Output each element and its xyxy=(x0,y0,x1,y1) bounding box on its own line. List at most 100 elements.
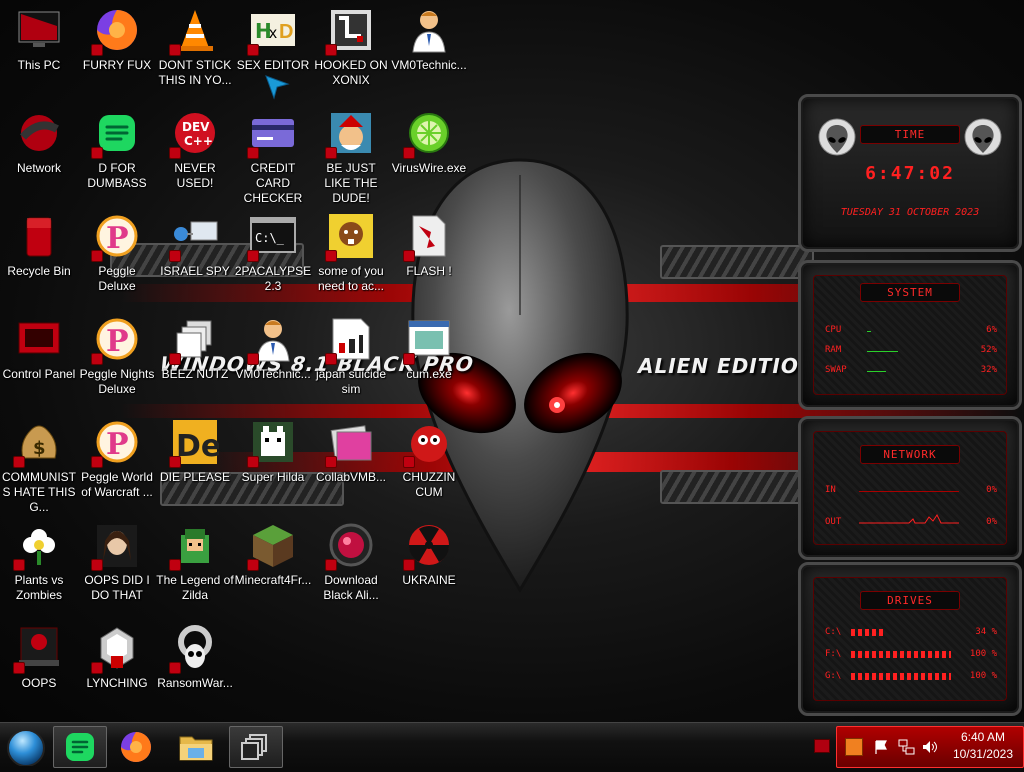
shortcut-badge-icon xyxy=(91,147,103,159)
desktop-icon[interactable]: D FOR DUMBASS xyxy=(78,103,156,199)
desktop-icon[interactable]: HOOKED ON XONIX xyxy=(312,0,390,96)
network-gadget[interactable]: NETWORK IN 0% OUT 0% xyxy=(798,416,1022,560)
desktop-icon[interactable]: cum.exe xyxy=(390,309,468,405)
svg-text:P: P xyxy=(106,221,129,256)
system-gadget-title: SYSTEM xyxy=(860,283,960,302)
desktop-icon[interactable]: Download Black Ali... xyxy=(312,515,390,611)
desktop-icon[interactable]: P Peggle World of Warcraft ... xyxy=(78,412,156,508)
drive-usage-bar xyxy=(851,651,951,658)
system-stat-label: RAM xyxy=(825,345,842,355)
desktop-icon[interactable]: VM0Technic... xyxy=(390,0,468,96)
firefox-icon xyxy=(121,732,151,762)
svg-text:x: x xyxy=(269,25,277,42)
taskbar-explorer[interactable] xyxy=(170,726,222,766)
system-gadget[interactable]: SYSTEM CPU 6% RAM 52% SWAP 32% xyxy=(798,260,1022,410)
stacked-windows-icon xyxy=(169,315,219,365)
taskbar-firefox[interactable] xyxy=(110,726,162,766)
desktop-icon-label: OOPS xyxy=(21,676,57,690)
drives-gadget[interactable]: DRIVES C:\ 34 % F:\ 100 % G:\ 100 % xyxy=(798,562,1022,716)
firefox-icon xyxy=(91,6,141,56)
network-tray-icon[interactable] xyxy=(897,738,915,756)
volume-icon[interactable] xyxy=(921,739,939,755)
desktop-icon[interactable]: some of you need to ac... xyxy=(312,206,390,302)
taskbar-app-green[interactable] xyxy=(53,726,107,768)
desktop-icon-label: COMMUNISTS HATE THIS G... xyxy=(2,470,76,514)
desktop-icon-label: The Legend of Zilda xyxy=(156,573,234,602)
desktop-icon-label: Network xyxy=(16,161,61,175)
shortcut-badge-icon xyxy=(325,44,337,56)
network-gadget-title: NETWORK xyxy=(860,445,960,464)
user-avatar-icon xyxy=(247,315,297,365)
desktop-icon[interactable]: De DIE PLEASE xyxy=(156,412,234,508)
network-icon xyxy=(15,109,63,157)
desktop-icon[interactable]: ISRAEL SPY xyxy=(156,206,234,302)
desktop-icon-label: VM0Technic... xyxy=(235,367,311,381)
pixel-cat-icon xyxy=(247,418,297,468)
taskbar-task-view[interactable] xyxy=(229,726,283,768)
shortcut-badge-icon xyxy=(325,250,337,262)
desktop-icon[interactable]: P Peggle Deluxe xyxy=(78,206,156,302)
desktop-icon[interactable]: CHUZZIN CUM xyxy=(390,412,468,508)
window-app-icon xyxy=(403,315,453,365)
desktop-icon[interactable]: OOPS xyxy=(0,618,78,714)
desktop-icon-label: Super Hilda xyxy=(241,470,305,484)
desktop-icon[interactable]: P Peggle Nights Deluxe xyxy=(78,309,156,405)
desktop-icon[interactable]: CREDIT CARD CHECKER xyxy=(234,103,312,205)
system-stat-bar xyxy=(867,371,887,372)
show-hidden-icons-icon[interactable] xyxy=(814,739,830,753)
alien-head-icon xyxy=(818,118,856,156)
desktop-icon[interactable]: Plants vs Zombies xyxy=(0,515,78,611)
desktop-icon[interactable]: VM0Technic... xyxy=(234,309,312,405)
folder-icon xyxy=(179,736,213,761)
peggle-icon: P xyxy=(91,418,141,468)
shortcut-badge-icon xyxy=(169,44,181,56)
shortcut-badge-icon xyxy=(13,456,25,468)
desktop-icon[interactable]: FLASH ! xyxy=(390,206,468,302)
shortcut-badge-icon xyxy=(247,147,259,159)
desktop-icon[interactable]: This PC xyxy=(0,0,78,96)
wallpaper-metal-plate xyxy=(660,245,814,279)
desktop-icon[interactable]: Recycle Bin xyxy=(0,206,78,302)
desktop-icon-label: VM0Technic... xyxy=(391,58,467,72)
shortcut-badge-icon xyxy=(403,353,415,365)
desktop-icon[interactable]: DEV C++ NEVER USED! xyxy=(156,103,234,199)
action-center-flag-icon[interactable] xyxy=(873,739,889,755)
drive-label: C:\ xyxy=(825,627,842,637)
time-gadget[interactable]: TIME 6:47:02 TUESDAY 31 OCTOBER 2023 xyxy=(798,94,1022,252)
desktop-icon[interactable]: BEEZ NUTZ xyxy=(156,309,234,405)
drive-label: G:\ xyxy=(825,671,842,681)
stacked-windows-icon xyxy=(241,734,267,760)
network-out-graph xyxy=(859,514,959,524)
start-button[interactable] xyxy=(2,726,54,767)
network-in-value: 0% xyxy=(986,485,997,495)
desktop-icon[interactable]: japan suicide sim xyxy=(312,309,390,405)
time-gadget-title: TIME xyxy=(860,125,960,144)
desktop-icon[interactable]: CollabVMB... xyxy=(312,412,390,508)
zelda-icon xyxy=(169,521,219,571)
desktop-icon-label: CREDIT CARD CHECKER xyxy=(243,161,303,205)
desktop-icon[interactable]: $ COMMUNISTS HATE THIS G... xyxy=(0,412,78,514)
system-stat-value: 52% xyxy=(980,345,997,355)
desktop-icon[interactable]: C:\_ 2PACALYPSE 2.3 xyxy=(234,206,312,302)
chuzzle-icon xyxy=(403,418,453,468)
desktop-icon[interactable]: RansomWar... xyxy=(156,618,234,714)
desktop-icon[interactable]: The Legend of Zilda xyxy=(156,515,234,611)
desktop-icon[interactable]: Super Hilda xyxy=(234,412,312,508)
desktop-icon[interactable]: Minecraft4Fr... xyxy=(234,515,312,611)
desktop-icon[interactable]: LYNCHING xyxy=(78,618,156,714)
desktop-icon[interactable]: DONT STICK THIS IN YO... xyxy=(156,0,234,96)
desktop-icon[interactable]: VirusWire.exe xyxy=(390,103,468,199)
desktop-icon[interactable]: BE JUST LIKE THE DUDE! xyxy=(312,103,390,205)
tray-app-icon[interactable] xyxy=(845,738,863,756)
desktop-icon[interactable]: OOPS DID I DO THAT xyxy=(78,515,156,611)
shortcut-badge-icon xyxy=(247,250,259,262)
shortcut-badge-icon xyxy=(169,456,181,468)
desktop-icon[interactable]: UKRAINE xyxy=(390,515,468,611)
desktop-icon-label: CHUZZIN CUM xyxy=(402,470,456,499)
desktop-icon-label: 2PACALYPSE 2.3 xyxy=(234,264,312,293)
desktop-icon[interactable]: Control Panel xyxy=(0,309,78,405)
tray-clock[interactable]: 6:40 AM 10/31/2023 xyxy=(953,729,1013,763)
svg-text:$: $ xyxy=(33,438,46,459)
desktop-icon[interactable]: Network xyxy=(0,103,78,199)
desktop-icon[interactable]: FURRY FUX xyxy=(78,0,156,96)
